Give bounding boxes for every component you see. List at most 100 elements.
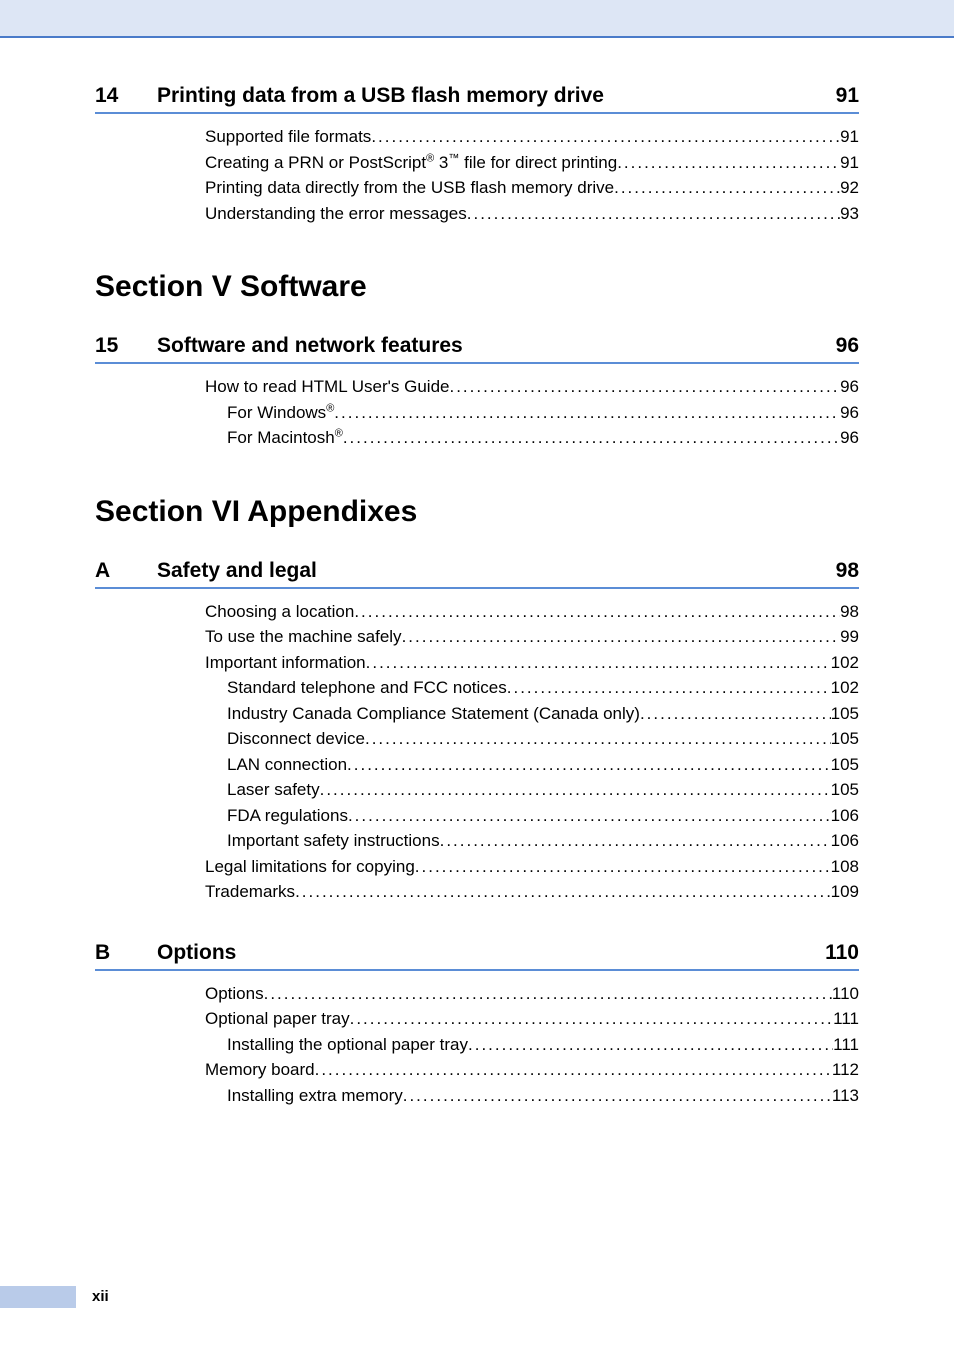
toc-entry[interactable]: Important information...................… (205, 650, 859, 676)
chapter-page: 110 (825, 941, 859, 965)
chapter-header[interactable]: ASafety and legal98 (95, 559, 859, 589)
toc-entry[interactable]: For Macintosh®..........................… (227, 425, 859, 451)
toc-entry-page: 111 (833, 1032, 859, 1058)
toc-entry-label: Creating a PRN or PostScript® 3™ file fo… (205, 150, 617, 176)
toc-entry[interactable]: Memory board............................… (205, 1057, 859, 1083)
toc-entry-label: LAN connection (227, 752, 347, 778)
toc-leader-dots: ........................................… (617, 150, 840, 176)
toc-entry-page: 102 (831, 650, 859, 676)
toc-entry-page: 110 (832, 981, 859, 1007)
toc-entry-page: 105 (831, 752, 859, 778)
toc-content: 14Printing data from a USB flash memory … (95, 84, 859, 1144)
toc-leader-dots: ........................................… (348, 803, 831, 829)
toc-entry[interactable]: Standard telephone and FCC notices .....… (227, 675, 859, 701)
toc-entry-page: 96 (840, 400, 859, 426)
toc-entry[interactable]: To use the machine safely...............… (205, 624, 859, 650)
toc-entry-label: Understanding the error messages (205, 201, 467, 227)
toc-entry[interactable]: Choosing a location ....................… (205, 599, 859, 625)
toc-entry-label: Options (205, 981, 264, 1007)
toc-entry[interactable]: Legal limitations for copying ..........… (205, 854, 859, 880)
toc-leader-dots: ........................................… (295, 879, 831, 905)
chapter-header[interactable]: BOptions110 (95, 941, 859, 971)
chapter-header[interactable]: 14Printing data from a USB flash memory … (95, 84, 859, 114)
chapter-title: Safety and legal (157, 559, 836, 583)
toc-entry-label: Trademarks (205, 879, 295, 905)
toc-entry-page: 108 (831, 854, 859, 880)
chapter-page: 91 (836, 84, 859, 108)
toc-entry-label: Optional paper tray (205, 1006, 350, 1032)
toc-entry-label: Important safety instructions (227, 828, 440, 854)
toc-entry-page: 99 (840, 624, 859, 650)
toc-entry[interactable]: For Windows®............................… (227, 400, 859, 426)
page-number: xii (92, 1288, 109, 1305)
toc-entry[interactable]: Understanding the error messages .......… (205, 201, 859, 227)
toc-entry-label: Choosing a location (205, 599, 354, 625)
toc-entry-page: 113 (832, 1083, 859, 1109)
toc-entry[interactable]: Installing the optional paper tray......… (227, 1032, 859, 1058)
chapter-page: 96 (836, 334, 859, 358)
toc-entry-label: Industry Canada Compliance Statement (Ca… (227, 701, 640, 727)
toc-entry[interactable]: How to read HTML User's Guide...........… (205, 374, 859, 400)
toc-entry[interactable]: Industry Canada Compliance Statement (Ca… (227, 701, 859, 727)
toc-entry-page: 106 (831, 803, 859, 829)
chapter-number: B (95, 941, 157, 965)
toc-entry-label: Disconnect device (227, 726, 365, 752)
chapter-page: 98 (836, 559, 859, 583)
toc-entry-page: 105 (831, 726, 859, 752)
toc-entry[interactable]: FDA regulations.........................… (227, 803, 859, 829)
toc-entry[interactable]: Disconnect device ......................… (227, 726, 859, 752)
chapter-title: Printing data from a USB flash memory dr… (157, 84, 836, 108)
toc-leader-dots: ........................................… (403, 1083, 832, 1109)
toc-leader-dots: ........................................… (449, 374, 840, 400)
toc-entry[interactable]: Optional paper tray ....................… (205, 1006, 859, 1032)
chapter-block: ASafety and legal98 Choosing a location .… (95, 559, 859, 1109)
toc-entry-label: How to read HTML User's Guide (205, 374, 449, 400)
toc-leader-dots: ........................................… (347, 752, 831, 778)
toc-leader-dots: ........................................… (467, 201, 840, 227)
section-heading: Section VI Appendixes (95, 495, 859, 529)
toc-entry-page: 105 (831, 701, 859, 727)
toc-entry-label: For Windows® (227, 400, 334, 426)
header-band (0, 0, 954, 38)
toc-entry-label: Standard telephone and FCC notices (227, 675, 507, 701)
toc-entry-label: Memory board (205, 1057, 315, 1083)
toc-entry[interactable]: Installing extra memory ................… (227, 1083, 859, 1109)
toc-entry-page: 91 (840, 150, 859, 176)
toc-entry-label: Laser safety (227, 777, 320, 803)
toc-entry-page: 105 (831, 777, 859, 803)
toc-entry[interactable]: Creating a PRN or PostScript® 3™ file fo… (205, 150, 859, 176)
chapter-title: Options (157, 941, 825, 965)
toc-entry[interactable]: Printing data directly from the USB flas… (205, 175, 859, 201)
toc-entry-page: 96 (840, 374, 859, 400)
toc-entry-page: 109 (831, 879, 859, 905)
toc-entry[interactable]: LAN connection .........................… (227, 752, 859, 778)
toc-entry-label: Legal limitations for copying (205, 854, 415, 880)
toc-leader-dots: ........................................… (320, 777, 831, 803)
toc-entry-page: 93 (840, 201, 859, 227)
toc-entry[interactable]: Supported file formats..................… (205, 124, 859, 150)
toc-entry[interactable]: Trademarks..............................… (205, 879, 859, 905)
toc-entry-label: Installing the optional paper tray (227, 1032, 468, 1058)
toc-list: Options ................................… (205, 981, 859, 1109)
toc-entry[interactable]: Laser safety ...........................… (227, 777, 859, 803)
toc-entry-label: For Macintosh® (227, 425, 343, 451)
toc-list: Supported file formats..................… (205, 124, 859, 226)
chapter-header[interactable]: 15Software and network features96 (95, 334, 859, 364)
toc-leader-dots: ........................................… (415, 854, 831, 880)
toc-entry-page: 91 (840, 124, 859, 150)
toc-leader-dots: ........................................… (507, 675, 831, 701)
toc-leader-dots: ........................................… (468, 1032, 833, 1058)
toc-leader-dots: ........................................… (315, 1057, 832, 1083)
toc-entry[interactable]: Important safety instructions...........… (227, 828, 859, 854)
toc-entry-page: 112 (832, 1057, 859, 1083)
toc-leader-dots: ........................................… (614, 175, 840, 201)
toc-leader-dots: ........................................… (334, 400, 840, 426)
toc-leader-dots: ........................................… (343, 425, 840, 451)
toc-entry-page: 102 (831, 675, 859, 701)
footer-accent (0, 1286, 76, 1308)
toc-leader-dots: ........................................… (640, 701, 831, 727)
section-heading: Section V Software (95, 270, 859, 304)
toc-entry[interactable]: Options ................................… (205, 981, 859, 1007)
toc-entry-page: 111 (833, 1006, 859, 1032)
chapter-number: 15 (95, 334, 157, 358)
